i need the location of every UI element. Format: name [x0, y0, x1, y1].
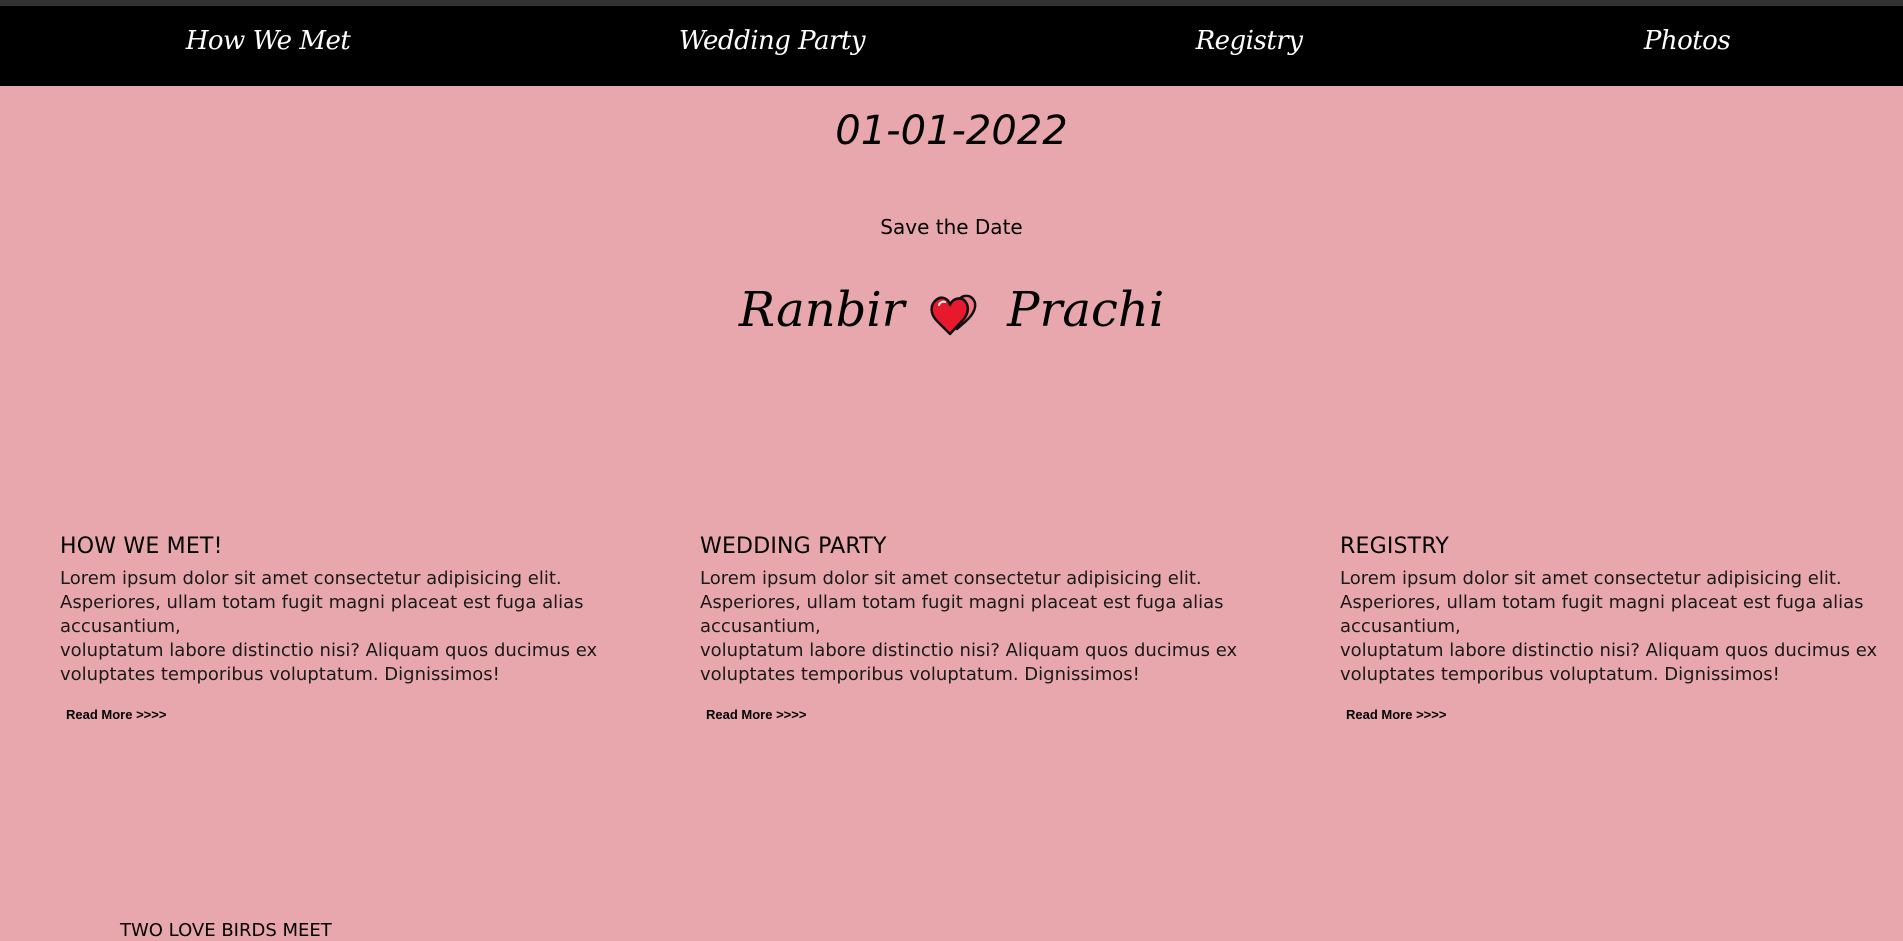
nav-photos[interactable]: Photos	[1644, 26, 1731, 56]
card-text-line: Lorem ipsum dolor sit amet consectetur a…	[700, 568, 1224, 637]
card-title: REGISTRY	[1340, 534, 1450, 559]
groom-name: Ranbir	[738, 282, 905, 338]
section-title: TWO LOVE BIRDS MEET	[120, 920, 332, 941]
card-text: Lorem ipsum dolor sit amet consectetur a…	[700, 567, 1240, 687]
card-text-line: voluptatum labore distinctio nisi? Aliqu…	[1340, 640, 1878, 685]
top-navbar: How We Met Wedding Party Registry Photos	[0, 6, 1903, 86]
read-more-link[interactable]: Read More >>>>	[706, 707, 806, 722]
nav-registry[interactable]: Registry	[1196, 26, 1303, 56]
card-title: WEDDING PARTY	[700, 534, 887, 559]
bride-name: Prachi	[1007, 282, 1165, 338]
read-more-link[interactable]: Read More >>>>	[66, 707, 166, 722]
card-text-line: Lorem ipsum dolor sit amet consectetur a…	[60, 568, 584, 637]
save-the-date-label: Save the Date	[880, 215, 1023, 239]
double-heart-icon	[928, 290, 984, 338]
nav-wedding-party[interactable]: Wedding Party	[679, 26, 866, 56]
card-registry: REGISTRY Lorem ipsum dolor sit amet cons…	[1340, 534, 1880, 723]
card-text: Lorem ipsum dolor sit amet consectetur a…	[60, 567, 600, 687]
card-text-line: voluptatum labore distinctio nisi? Aliqu…	[60, 640, 598, 685]
nav-how-we-met[interactable]: How We Met	[186, 26, 351, 56]
card-how-we-met: HOW WE MET! Lorem ipsum dolor sit amet c…	[60, 534, 600, 723]
card-text: Lorem ipsum dolor sit amet consectetur a…	[1340, 567, 1880, 687]
couple-names: Ranbir Prachi	[0, 282, 1903, 338]
read-more-link[interactable]: Read More >>>>	[1346, 707, 1446, 722]
wedding-date: 01-01-2022	[835, 108, 1068, 154]
card-text-line: Lorem ipsum dolor sit amet consectetur a…	[1340, 568, 1864, 637]
card-text-line: voluptatum labore distinctio nisi? Aliqu…	[700, 640, 1238, 685]
card-title: HOW WE MET!	[60, 534, 223, 559]
card-wedding-party: WEDDING PARTY Lorem ipsum dolor sit amet…	[700, 534, 1240, 723]
